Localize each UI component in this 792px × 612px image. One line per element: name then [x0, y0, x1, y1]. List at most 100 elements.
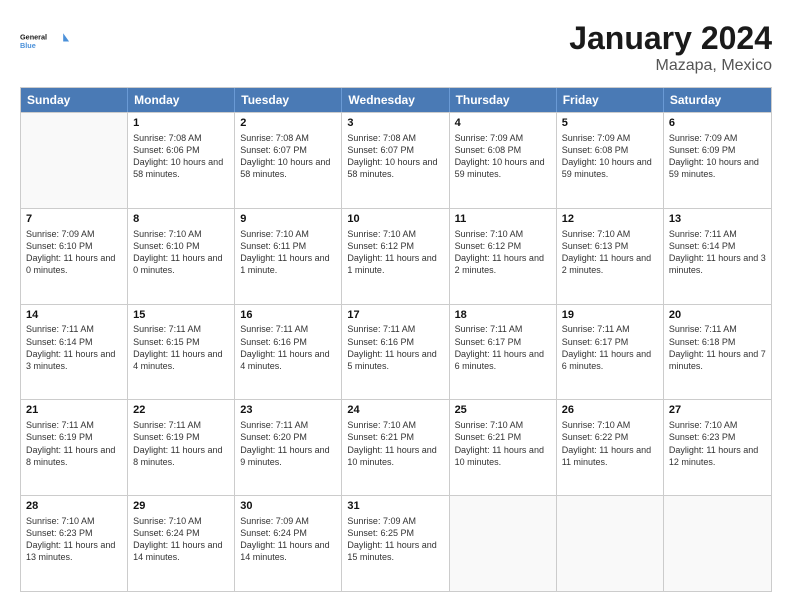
sunrise: Sunrise: 7:10 AM [562, 420, 631, 430]
day-number: 8 [133, 212, 229, 227]
day-header-sunday: Sunday [21, 88, 128, 112]
day-cell-18: 18Sunrise: 7:11 AM Sunset: 6:17 PM Dayligh… [450, 305, 557, 400]
sunset: Sunset: 6:13 PM [562, 241, 629, 251]
day-cell-27: 27Sunrise: 7:10 AMSunset: 6:23 PMDayligh… [664, 400, 771, 495]
daylight: Daylight: 11 hours and 12 minutes. [669, 445, 758, 467]
day-header-saturday: Saturday [664, 88, 771, 112]
daylight: Daylight: 11 hours and 9 minutes. [240, 445, 329, 467]
day-number: 6 [669, 116, 766, 131]
day-number: 14 [26, 308, 122, 323]
day-cell-7: 7Sunrise: 7:09 AMSunset: 6:10 PMDaylight… [21, 209, 128, 304]
day-header-thursday: Thursday [450, 88, 557, 112]
daylight: Daylight: 10 hours and 59 minutes. [562, 157, 652, 179]
day-cell-5: 5Sunrise: 7:09 AMSunset: 6:08 PMDaylight… [557, 113, 664, 208]
day-cell-12: 12 Sunrise: 7:10 AM Sunset: 6:13 PM Dayligh… [557, 209, 664, 304]
day-number: 30 [240, 499, 336, 514]
sunrise: Sunrise: 7:11 AM [240, 420, 308, 430]
sunset: Sunset: 6:19 PM [133, 432, 200, 442]
calendar-week-2: 14 Sunrise: 7:11 AM Sunset: 6:14 PM Dayligh… [21, 304, 771, 400]
daylight: Daylight: 11 hours and 7 minutes. [669, 349, 766, 371]
day-number: 20 [669, 308, 766, 323]
day-cell-31: 31Sunrise: 7:09 AMSunset: 6:25 PMDayligh… [342, 496, 449, 591]
daylight: Daylight: 11 hours and 10 minutes. [347, 445, 436, 467]
day-number: 16 [240, 308, 336, 323]
sunrise: Sunrise: 7:09 AM [455, 133, 524, 143]
daylight: Daylight: 11 hours and 5 minutes. [347, 349, 436, 371]
day-number: 21 [26, 403, 122, 418]
day-cell-4: 4Sunrise: 7:09 AMSunset: 6:08 PMDaylight… [450, 113, 557, 208]
sunset: Sunset: 6:16 PM [240, 337, 307, 347]
day-number: 1 [133, 116, 229, 131]
sunset: Sunset: 6:23 PM [669, 432, 736, 442]
sunrise: Sunrise: 7:11 AM [562, 324, 630, 334]
day-cell-9: 9Sunrise: 7:10 AMSunset: 6:11 PMDaylight… [235, 209, 342, 304]
daylight: Daylight: 11 hours and 0 minutes. [26, 253, 115, 275]
day-cell-15: 15Sunrise: 7:11 AMSunset: 6:15 PMDayligh… [128, 305, 235, 400]
sunrise: Sunrise: 7:11 AM [26, 420, 94, 430]
day-number: 15 [133, 308, 229, 323]
day-cell-8: 8Sunrise: 7:10 AMSunset: 6:10 PMDaylight… [128, 209, 235, 304]
daylight: Daylight: 11 hours and 11 minutes. [562, 445, 651, 467]
sunrise: Sunrise: 7:11 AM [240, 324, 308, 334]
daylight: Daylight: 11 hours and 2 minutes. [562, 253, 651, 275]
day-number: 12 [562, 212, 658, 227]
day-cell-10: 10Sunrise: 7:10 AMSunset: 6:12 PMDayligh… [342, 209, 449, 304]
title-block: January 2024 Mazapa, Mexico [569, 20, 772, 75]
calendar-body: 1 Sunrise: 7:08 AM Sunset: 6:06 PM Daylight… [21, 112, 771, 591]
day-number: 29 [133, 499, 229, 514]
sunrise: Sunrise: 7:10 AM [133, 229, 202, 239]
sunrise: Sunrise: 7:11 AM [669, 324, 737, 334]
daylight: Daylight: 10 hours and 59 minutes. [669, 157, 759, 179]
sunset: Sunset: 6:11 PM [240, 241, 306, 251]
sunrise: Sunrise: 7:08 AM [347, 133, 416, 143]
sunset: Sunset: 6:12 PM [455, 241, 522, 251]
sunset: Sunset: 6:19 PM [26, 432, 93, 442]
sunset: Sunset: 6:06 PM [133, 145, 200, 155]
day-number: 10 [347, 212, 443, 227]
day-number: 5 [562, 116, 658, 131]
sunrise: Sunrise: 7:09 AM [669, 133, 738, 143]
sunrise: Sunrise: 7:11 AM [455, 324, 523, 334]
day-cell-24: 24Sunrise: 7:10 AMSunset: 6:21 PMDayligh… [342, 400, 449, 495]
sub-title: Mazapa, Mexico [569, 57, 772, 75]
sunrise: Sunrise: 7:10 AM [562, 229, 631, 239]
day-number: 17 [347, 308, 443, 323]
sunset: Sunset: 6:12 PM [347, 241, 414, 251]
day-header-wednesday: Wednesday [342, 88, 449, 112]
sunset: Sunset: 6:17 PM [455, 337, 522, 347]
sunrise: Sunrise: 7:08 AM [240, 133, 309, 143]
empty-cell [664, 496, 771, 591]
calendar-header: SundayMondayTuesdayWednesdayThursdayFrid… [21, 88, 771, 112]
daylight: Daylight: 10 hours and 59 minutes. [455, 157, 545, 179]
sunset: Sunset: 6:14 PM [26, 337, 93, 347]
daylight: Daylight: 11 hours and 14 minutes. [240, 540, 329, 562]
day-cell-17: 17Sunrise: 7:11 AM Sunset: 6:16 PM Dayligh… [342, 305, 449, 400]
calendar-week-0: 1 Sunrise: 7:08 AM Sunset: 6:06 PM Daylight… [21, 112, 771, 208]
day-number: 26 [562, 403, 658, 418]
sunset: Sunset: 6:07 PM [240, 145, 307, 155]
day-number: 7 [26, 212, 122, 227]
sunrise: Sunrise: 7:10 AM [455, 229, 524, 239]
day-number: 18 [455, 308, 551, 323]
day-cell-23: 23Sunrise: 7:11 AMSunset: 6:20 PMDayligh… [235, 400, 342, 495]
sunrise: Sunrise: 7:11 AM [347, 324, 415, 334]
daylight: Daylight: 11 hours and 6 minutes. [455, 349, 544, 371]
header: General Blue January 2024 Mazapa, Mexico [20, 20, 772, 75]
day-number: 9 [240, 212, 336, 227]
day-number: 13 [669, 212, 766, 227]
day-cell-28: 28Sunrise: 7:10 AMSunset: 6:23 PMDayligh… [21, 496, 128, 591]
day-cell-2: 2Sunrise: 7:08 AMSunset: 6:07 PMDaylight… [235, 113, 342, 208]
day-cell-6: 6Sunrise: 7:09 AMSunset: 6:09 PMDaylight… [664, 113, 771, 208]
day-number: 11 [455, 212, 551, 227]
day-number: 31 [347, 499, 443, 514]
daylight: Daylight: 11 hours and 8 minutes. [133, 445, 222, 467]
day-cell-19: 19Sunrise: 7:11 AMSunset: 6:17 PMDayligh… [557, 305, 664, 400]
sunset: Sunset: 6:16 PM [347, 337, 414, 347]
day-cell-14: 14Sunrise: 7:11 AMSunset: 6:14 PMDayligh… [21, 305, 128, 400]
day-header-tuesday: Tuesday [235, 88, 342, 112]
calendar-week-4: 28Sunrise: 7:10 AMSunset: 6:23 PMDayligh… [21, 495, 771, 591]
page: General Blue January 2024 Mazapa, Mexico… [0, 0, 792, 612]
sunrise: Sunrise: 7:09 AM [26, 229, 95, 239]
sunset: Sunset: 6:08 PM [562, 145, 629, 155]
day-number: 25 [455, 403, 551, 418]
